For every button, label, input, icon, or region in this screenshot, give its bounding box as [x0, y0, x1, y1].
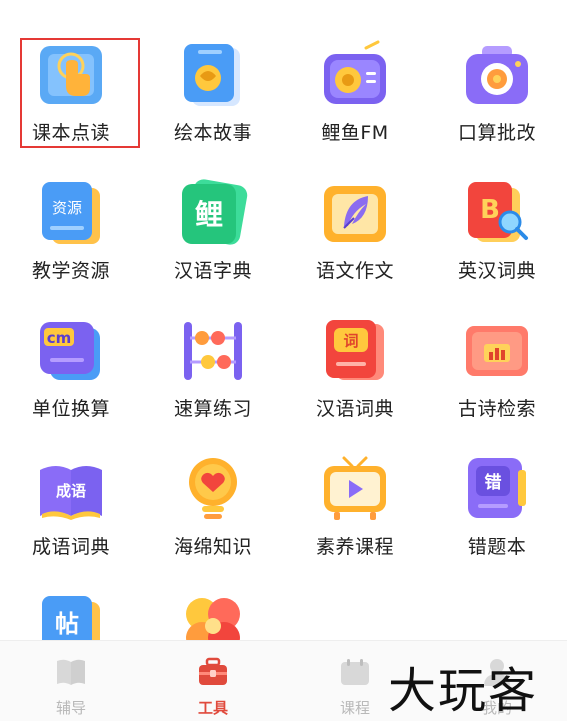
svg-text:资源: 资源: [52, 199, 82, 217]
tool-label: 单位换算: [31, 398, 110, 420]
carp-dictionary-icon: 鲤: [178, 178, 248, 248]
tool-speed-calculation-practice[interactable]: 速算练习: [142, 286, 284, 424]
feather-pen-icon: [320, 178, 390, 248]
radio-icon: [320, 40, 390, 110]
tool-teaching-resources[interactable]: 资源 教学资源: [0, 148, 142, 286]
svg-text:成语: 成语: [56, 482, 86, 500]
book-icon: [55, 657, 87, 687]
unit-conversion-icon: cm: [36, 316, 106, 386]
tool-label: 素养课程: [315, 536, 394, 558]
tool-idiom-dictionary[interactable]: 成语 成语词典: [0, 424, 142, 562]
tool-label: 鲤鱼FM: [321, 122, 389, 144]
svg-text:B: B: [480, 195, 500, 225]
tool-literacy-courses[interactable]: 素养课程: [284, 424, 426, 562]
tool-unit-conversion[interactable]: cm 单位换算: [0, 286, 142, 424]
svg-text:错: 错: [485, 472, 502, 493]
tv-play-icon: [320, 454, 390, 524]
tool-sponge-knowledge[interactable]: 海绵知识: [142, 424, 284, 562]
word-dictionary-icon: 词: [320, 316, 390, 386]
lightbulb-heart-icon: [178, 454, 248, 524]
tab-tools[interactable]: 工具: [142, 641, 284, 721]
tool-mental-math-grading[interactable]: 口算批改: [426, 10, 567, 148]
tool-label: 成语词典: [31, 536, 110, 558]
picture-book-icon: [178, 40, 248, 110]
abacus-icon: [178, 316, 248, 386]
tool-label: 古诗检索: [457, 398, 536, 420]
tool-label: 口算批改: [457, 122, 536, 144]
svg-text:cm: cm: [47, 329, 72, 347]
scroll-chart-icon: [462, 316, 532, 386]
tool-label: 海绵知识: [173, 536, 252, 558]
watermark-text: 大玩客: [388, 663, 539, 719]
tool-label: 速算练习: [173, 398, 252, 420]
idiom-book-icon: 成语: [36, 454, 106, 524]
tool-carp-fm[interactable]: 鲤鱼FM: [284, 10, 426, 148]
tool-label: 汉语字典: [173, 260, 252, 282]
tab-label: 辅导: [55, 699, 86, 717]
tool-picture-book-stories[interactable]: 绘本故事: [142, 10, 284, 148]
mistake-book-icon: 错: [462, 454, 532, 524]
tab-tutoring[interactable]: 辅导: [0, 641, 142, 721]
tool-label: 教学资源: [31, 260, 110, 282]
tool-chinese-word-dictionary[interactable]: 词 汉语词典: [284, 286, 426, 424]
tool-mistake-notebook[interactable]: 错 错题本: [426, 424, 567, 562]
tool-label: 错题本: [467, 536, 527, 558]
tool-ancient-poem-search[interactable]: 古诗检索: [426, 286, 567, 424]
svg-text:词: 词: [343, 332, 358, 350]
tool-label: 英汉词典: [457, 260, 536, 282]
tool-english-chinese-dictionary[interactable]: B 英汉词典: [426, 148, 567, 286]
tool-label: 绘本故事: [173, 122, 252, 144]
camera-icon: [462, 40, 532, 110]
english-dictionary-icon: B: [462, 178, 532, 248]
tool-label: 语文作文: [315, 260, 394, 282]
svg-text:鲤: 鲤: [195, 198, 223, 231]
resource-book-icon: 资源: [36, 178, 106, 248]
tool-label: 汉语词典: [315, 398, 394, 420]
toolbox-icon: [197, 657, 229, 687]
svg-text:帖: 帖: [55, 610, 79, 638]
selection-highlight-box: [20, 38, 140, 148]
tool-chinese-character-dictionary[interactable]: 鲤 汉语字典: [142, 148, 284, 286]
tab-label: 工具: [197, 699, 228, 717]
calendar-icon: [339, 657, 371, 687]
tool-chinese-composition[interactable]: 语文作文: [284, 148, 426, 286]
